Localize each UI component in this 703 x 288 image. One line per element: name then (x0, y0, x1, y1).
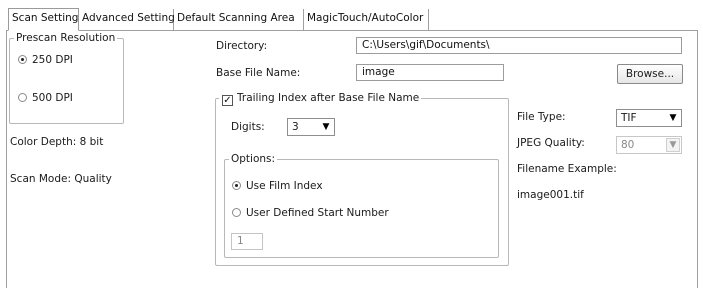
prescan-resolution-legend: Prescan Resolution (14, 32, 118, 44)
use-film-index-label[interactable]: Use Film Index (246, 180, 323, 193)
trailing-index-legend: ✓ Trailing Index after Base File Name (219, 92, 422, 106)
digits-label: Digits: (231, 121, 265, 133)
chevron-down-icon[interactable]: ▼ (666, 111, 680, 125)
radio-500-dpi-label[interactable]: 500 DPI (32, 92, 73, 105)
radio-500-dpi[interactable] (18, 93, 27, 102)
options-legend: Options: (229, 153, 278, 165)
start-number-field[interactable]: 1 (231, 233, 263, 250)
filename-example-label: Filename Example: (517, 163, 617, 175)
trailing-index-label[interactable]: Trailing Index after Base File Name (237, 92, 419, 104)
trailing-index-checkbox[interactable]: ✓ (222, 95, 233, 106)
prescan-resolution-group (9, 38, 124, 124)
jpeg-quality-value: 80 (621, 139, 635, 151)
file-type-select[interactable]: TIF ▼ (616, 109, 682, 127)
tab-advanced-setting[interactable]: Advanced Setting (79, 9, 175, 30)
jpeg-quality-select[interactable]: 80 ▼ (616, 136, 682, 154)
scan-mode-text: Scan Mode: Quality (10, 173, 112, 185)
base-file-name-field[interactable]: image (356, 64, 504, 81)
tab-scan-setting[interactable]: Scan Setting (8, 8, 79, 31)
file-type-value: TIF (621, 112, 637, 124)
chevron-down-icon[interactable]: ▼ (319, 120, 333, 134)
digits-value: 3 (292, 121, 299, 133)
tab-default-scanning-area[interactable]: Default Scanning Area (174, 9, 304, 30)
color-depth-text: Color Depth: 8 bit (10, 136, 104, 148)
file-type-label: File Type: (517, 111, 566, 123)
directory-field[interactable]: C:\Users\gif\Documents\ (356, 37, 682, 54)
jpeg-quality-label: JPEG Quality: (517, 137, 585, 149)
browse-button[interactable]: Browse... (617, 64, 683, 84)
radio-user-defined-start[interactable] (232, 208, 241, 217)
digits-select[interactable]: 3 ▼ (287, 118, 335, 136)
radio-250-dpi-label[interactable]: 250 DPI (32, 54, 73, 67)
user-defined-start-label[interactable]: User Defined Start Number (246, 207, 389, 220)
tab-magictouch-autocolor[interactable]: MagicTouch/AutoColor (304, 9, 429, 30)
chevron-down-icon[interactable]: ▼ (666, 138, 680, 152)
directory-label: Directory: (216, 40, 268, 52)
radio-250-dpi[interactable] (18, 55, 27, 64)
radio-use-film-index[interactable] (232, 181, 241, 190)
filename-example-value: image001.tif (517, 189, 584, 201)
base-file-name-label: Base File Name: (216, 67, 301, 79)
